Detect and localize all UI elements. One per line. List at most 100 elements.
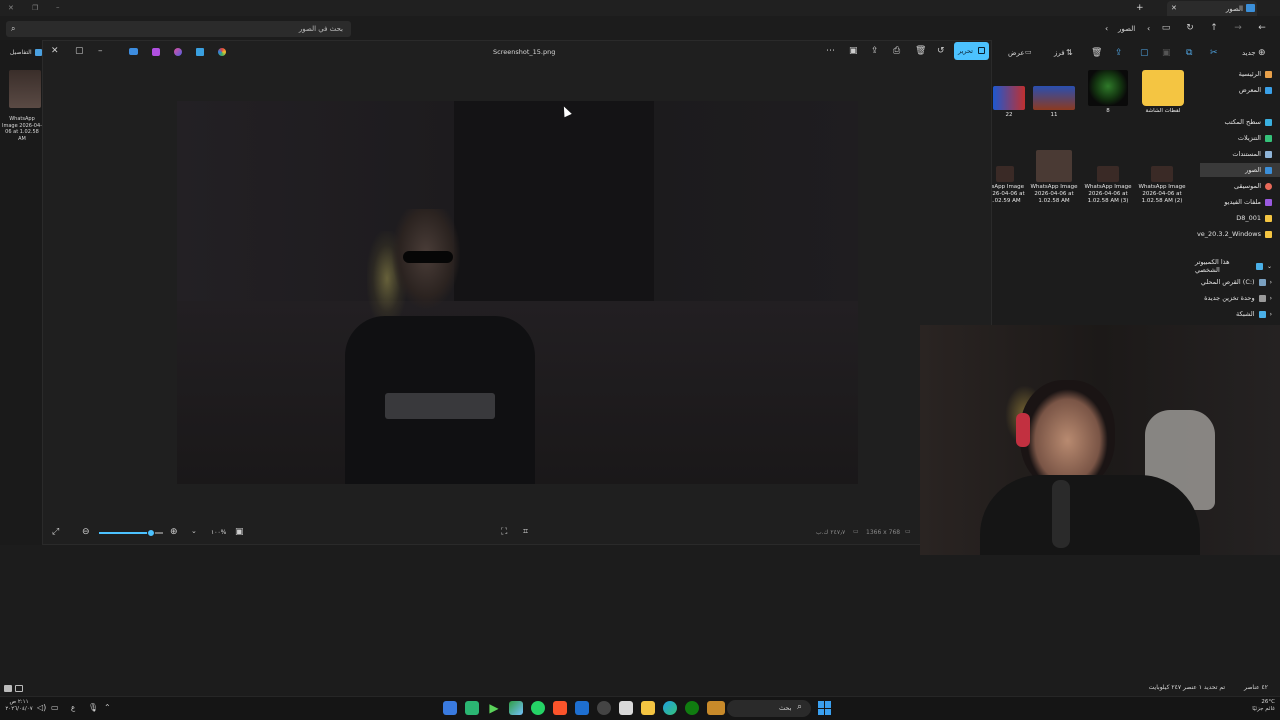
nav-item-documents[interactable]: المستندات	[1232, 147, 1272, 161]
copilot-icon[interactable]	[174, 48, 182, 56]
up-arrow-icon[interactable]: ↑	[1208, 22, 1220, 34]
chevron-right-icon[interactable]: ›	[1270, 311, 1272, 318]
nav-item-new-volume[interactable]: وحدة تخزين جديدة ›	[1204, 291, 1272, 305]
displayed-image[interactable]	[177, 101, 858, 484]
weather-widget[interactable]: 26°C غائم جزئيًا	[1215, 699, 1275, 713]
desktop-peek-icons[interactable]	[4, 684, 24, 694]
search-input[interactable]: ⌕ بحث في الصور	[6, 21, 351, 37]
nav-item-folder-ve[interactable]: ve_20.3.2_Windows	[1197, 227, 1272, 241]
rotate-icon[interactable]: ↺	[937, 46, 945, 56]
close-window-icon[interactable]: ✕	[8, 4, 14, 12]
slideshow-icon[interactable]: ▣	[849, 46, 858, 56]
zoom-out-icon[interactable]: ⊖	[82, 527, 90, 537]
copy-icon[interactable]: ⧉	[1186, 48, 1192, 58]
nav-item-pictures[interactable]: الصور	[1200, 163, 1280, 177]
file-tile-screenshots-folder[interactable]: لقطات الشاشة	[1137, 70, 1189, 115]
zoom-slider-thumb[interactable]	[147, 529, 155, 537]
cloud-icon[interactable]	[129, 48, 138, 55]
file-tile-whatsapp[interactable]: WhatsApp Image 2026-04-06 at 1.02.58 AM	[1028, 150, 1080, 205]
nav-item-gallery[interactable]: المعرض	[1239, 83, 1272, 97]
app-icon[interactable]	[465, 701, 479, 715]
store-icon[interactable]	[619, 701, 633, 715]
pen-app-icon[interactable]	[443, 701, 457, 715]
close-icon[interactable]: ✕	[51, 46, 59, 56]
play-icon[interactable]: ▶	[487, 701, 501, 715]
image-info-icon[interactable]: ⛶	[501, 527, 507, 537]
fit-to-window-icon[interactable]: ▣	[235, 527, 244, 537]
delete-icon[interactable]: 🗑	[915, 46, 926, 56]
forward-arrow-icon[interactable]: →	[1232, 22, 1244, 34]
chevron-right-icon[interactable]: ›	[1270, 279, 1272, 286]
nav-item-desktop[interactable]: سطح المكتب	[1224, 115, 1272, 129]
file-explorer-icon[interactable]	[641, 701, 655, 715]
nav-item-home[interactable]: الرئيسية	[1239, 67, 1272, 81]
network-icon[interactable]: ▭	[51, 703, 59, 712]
music-icon	[1265, 182, 1272, 190]
monitor-icon[interactable]: ▭	[1160, 22, 1172, 34]
taskbar-search[interactable]: بحث ⌕	[727, 700, 811, 717]
share-icon[interactable]: ⇪	[1115, 48, 1123, 58]
microphone-icon[interactable]: 🎙	[88, 703, 98, 712]
minimize-window-icon[interactable]: –	[56, 3, 60, 11]
view-button[interactable]: عرض	[1008, 49, 1025, 57]
zoom-slider[interactable]	[99, 529, 163, 537]
tab-title: الصور	[1225, 5, 1243, 13]
nav-item-folder-d8[interactable]: D8_001	[1236, 211, 1272, 225]
back-arrow-icon[interactable]: ←	[1256, 22, 1268, 34]
more-options-icon[interactable]: ⋯	[826, 46, 835, 56]
obs-icon[interactable]	[597, 701, 611, 715]
maximize-icon[interactable]: ▢	[75, 46, 84, 56]
nav-item-network[interactable]: الشبكة ›	[1236, 307, 1272, 321]
speaker-icon[interactable]: ◁)	[37, 703, 46, 712]
nav-item-music[interactable]: الموسيقى	[1234, 179, 1272, 193]
language-indicator[interactable]: ع	[71, 704, 75, 712]
file-tile-whatsapp-2[interactable]: WhatsApp Image 2026-04-06 at 1.02.58 AM …	[1136, 166, 1188, 205]
clipchamp-icon[interactable]	[152, 48, 160, 56]
whatsapp-icon[interactable]	[531, 701, 545, 715]
chevron-down-icon[interactable]: ⌄	[1267, 263, 1272, 270]
nav-item-videos[interactable]: ملفات الفيديو	[1224, 195, 1272, 209]
blue-app-icon[interactable]	[575, 701, 589, 715]
file-tile-whatsapp-3[interactable]: WhatsApp Image 2026-04-06 at 1.02.58 AM …	[1082, 166, 1134, 205]
address-path-field[interactable]: ‹ الصور ‹	[355, 21, 1155, 37]
chevron-down-icon[interactable]: ⌄	[191, 527, 197, 535]
green-app-icon[interactable]	[509, 701, 523, 715]
explorer-tab[interactable]: ✕ الصور	[1167, 1, 1257, 16]
cut-icon[interactable]: ✂	[1210, 48, 1218, 58]
nav-item-local-disk[interactable]: القرص المحلي (C:) ›	[1201, 275, 1272, 289]
image-thumbnail	[1088, 70, 1128, 106]
print-icon[interactable]: ⎙	[893, 46, 900, 56]
photos-app-icon[interactable]	[218, 48, 226, 56]
file-tile-11[interactable]: 11	[1028, 86, 1080, 119]
share-icon[interactable]: ⇪	[871, 46, 879, 56]
close-tab-icon[interactable]: ✕	[1171, 4, 1177, 12]
sort-button[interactable]: فرز	[1054, 49, 1065, 57]
fullscreen-icon[interactable]: ⤢	[52, 527, 59, 537]
zoom-level[interactable]: ١٠٠%	[211, 529, 226, 536]
widget-icon[interactable]	[707, 701, 725, 715]
nav-item-this-pc[interactable]: هذا الكمبيوتر الشخصي ⌄	[1195, 258, 1272, 274]
minimize-icon[interactable]: –	[98, 46, 103, 56]
paint-icon[interactable]	[196, 48, 204, 56]
clock[interactable]: ٢:١١ ص ٢٠٢٦/٠٤/٠٧	[4, 699, 34, 713]
file-tile-8[interactable]: 8	[1082, 70, 1134, 115]
brave-icon[interactable]	[553, 701, 567, 715]
rename-icon[interactable]: ▢	[1140, 48, 1149, 58]
path-segment-pictures[interactable]: الصور	[1118, 25, 1135, 33]
restore-window-icon[interactable]: ❐	[32, 4, 38, 12]
new-tab-icon[interactable]: +	[1136, 3, 1144, 13]
zoom-in-icon[interactable]: ⊕	[170, 527, 178, 537]
details-icon[interactable]	[35, 49, 42, 56]
paste-icon[interactable]: ▣	[1162, 48, 1171, 58]
edge-icon[interactable]	[663, 701, 677, 715]
start-menu-icon[interactable]	[818, 701, 832, 715]
crop-icon[interactable]: ⌗	[523, 527, 528, 537]
nav-item-downloads[interactable]: التنزيلات	[1238, 131, 1272, 145]
edit-button[interactable]: تحرير	[954, 42, 989, 60]
chevron-right-icon[interactable]: ›	[1270, 295, 1272, 302]
chevron-up-icon[interactable]: ⌃	[104, 703, 111, 712]
refresh-icon[interactable]: ↻	[1184, 22, 1196, 34]
new-button[interactable]: جديد	[1242, 49, 1256, 57]
delete-icon[interactable]: 🗑	[1091, 48, 1102, 58]
xbox-icon[interactable]	[685, 701, 699, 715]
